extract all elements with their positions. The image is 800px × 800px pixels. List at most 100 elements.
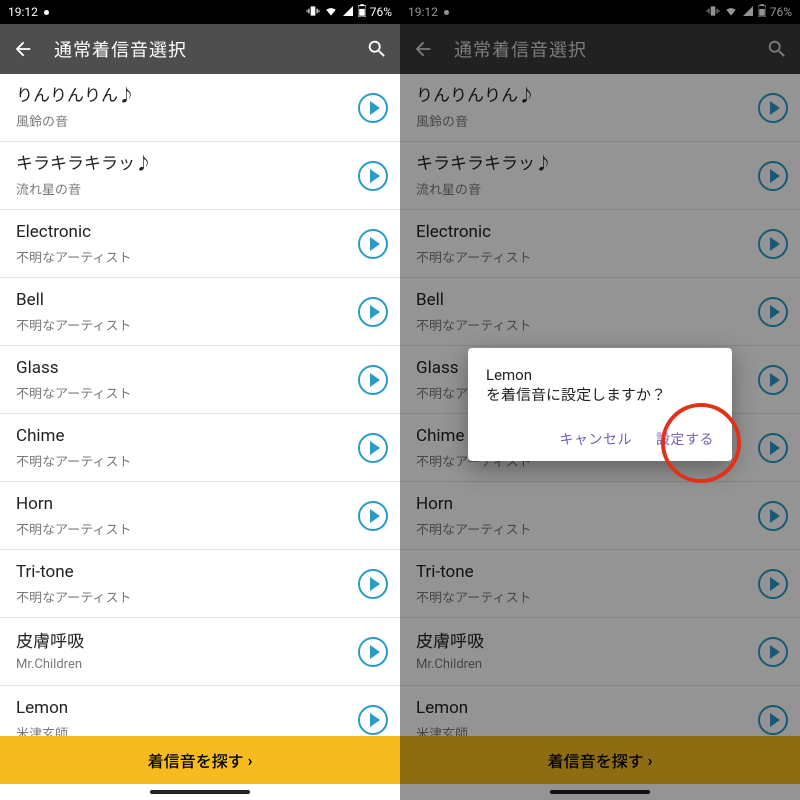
play-icon bbox=[370, 713, 380, 727]
ringtone-row[interactable]: 皮膚呼吸 Mr.Children bbox=[0, 618, 400, 686]
confirm-button[interactable]: 設定する bbox=[656, 429, 714, 449]
play-button[interactable] bbox=[358, 229, 388, 259]
page-title: 通常着信音選択 bbox=[454, 36, 746, 62]
play-button[interactable] bbox=[758, 93, 788, 123]
nav-bar bbox=[400, 784, 800, 800]
play-button[interactable] bbox=[758, 433, 788, 463]
ringtone-title: Glass bbox=[16, 357, 350, 379]
status-bar: 19:12 76% bbox=[0, 0, 400, 24]
play-button[interactable] bbox=[758, 161, 788, 191]
status-time: 19:12 bbox=[408, 5, 438, 19]
ringtone-artist: 不明なアーティスト bbox=[16, 383, 350, 402]
play-icon bbox=[770, 713, 780, 727]
play-button[interactable] bbox=[758, 297, 788, 327]
battery-percent: 76% bbox=[770, 5, 792, 19]
ringtone-title: キラキラキラッ♪ bbox=[416, 153, 750, 175]
ringtone-title: 皮膚呼吸 bbox=[416, 631, 750, 653]
ringtone-title: りんりんりん♪ bbox=[16, 85, 350, 107]
play-button[interactable] bbox=[358, 297, 388, 327]
search-button[interactable] bbox=[366, 38, 388, 60]
ringtone-row[interactable]: りんりんりん♪ 風鈴の音 bbox=[0, 74, 400, 142]
play-button[interactable] bbox=[758, 569, 788, 599]
nav-bar bbox=[0, 784, 400, 800]
ringtone-title: キラキラキラッ♪ bbox=[16, 153, 350, 175]
ringtone-title: 皮膚呼吸 bbox=[16, 631, 350, 653]
ringtone-row[interactable]: 皮膚呼吸 Mr.Children bbox=[400, 618, 800, 686]
ringtone-artist: Mr.Children bbox=[416, 657, 750, 672]
ringtone-row[interactable]: りんりんりん♪ 風鈴の音 bbox=[400, 74, 800, 142]
vibrate-icon bbox=[706, 4, 720, 21]
nav-pill-icon bbox=[550, 790, 650, 794]
ringtone-title: Horn bbox=[416, 493, 750, 515]
ringtone-row[interactable]: Glass 不明なアーティスト bbox=[0, 346, 400, 414]
signal-icon bbox=[742, 5, 754, 20]
ringtone-title: Tri-tone bbox=[16, 561, 350, 583]
play-button[interactable] bbox=[758, 365, 788, 395]
wifi-icon bbox=[324, 4, 338, 21]
play-button[interactable] bbox=[758, 501, 788, 531]
ringtone-list[interactable]: りんりんりん♪ 風鈴の音キラキラキラッ♪流れ星の音 Electronic 不明なアーテ… bbox=[0, 74, 400, 736]
ringtone-artist: 不明なアーティスト bbox=[416, 247, 750, 266]
play-button[interactable] bbox=[358, 93, 388, 123]
ringtone-title: Horn bbox=[16, 493, 350, 515]
ringtone-row[interactable]: Chime不明なアーティスト bbox=[0, 414, 400, 482]
ringtone-row[interactable]: Bell不明なアーティスト bbox=[0, 278, 400, 346]
play-button[interactable] bbox=[758, 229, 788, 259]
battery-icon bbox=[758, 4, 766, 20]
ringtone-row[interactable]: キラキラキラッ♪ 流れ星の音 bbox=[400, 142, 800, 210]
play-icon bbox=[770, 169, 780, 183]
ringtone-artist: 風鈴の音 bbox=[16, 111, 350, 130]
play-button[interactable] bbox=[358, 569, 388, 599]
chevron-right-icon: › bbox=[248, 751, 253, 770]
play-button[interactable] bbox=[358, 161, 388, 191]
ringtone-title: Electronic bbox=[16, 221, 350, 243]
ringtone-artist: Mr.Children bbox=[16, 657, 350, 672]
ringtone-row[interactable]: Lemon米津玄師 bbox=[400, 686, 800, 736]
play-button[interactable] bbox=[358, 637, 388, 667]
search-button[interactable] bbox=[766, 38, 788, 60]
play-icon bbox=[370, 373, 380, 387]
play-icon bbox=[770, 101, 780, 115]
play-icon bbox=[770, 441, 780, 455]
ringtone-title: Electronic bbox=[416, 221, 750, 243]
ringtone-artist: 風鈴の音 bbox=[416, 111, 750, 130]
ringtone-row[interactable]: キラキラキラッ♪流れ星の音 bbox=[0, 142, 400, 210]
ringtone-row[interactable]: Tri-tone不明なアーティスト bbox=[0, 550, 400, 618]
play-icon bbox=[370, 645, 380, 659]
play-icon bbox=[770, 373, 780, 387]
ringtone-artist: 不明なアーティスト bbox=[416, 519, 750, 538]
ringtone-title: りんりんりん♪ bbox=[416, 85, 750, 107]
ringtone-row[interactable]: Tri-tone不明なアーティスト bbox=[400, 550, 800, 618]
play-button[interactable] bbox=[358, 433, 388, 463]
signal-icon bbox=[342, 5, 354, 20]
confirm-dialog: Lemon を着信音に設定しますか？ キャンセル 設定する bbox=[468, 348, 732, 461]
ringtone-row[interactable]: Bell不明なアーティスト bbox=[400, 278, 800, 346]
play-icon bbox=[370, 441, 380, 455]
ringtone-row[interactable]: Electronic 不明なアーティスト bbox=[0, 210, 400, 278]
ringtone-artist: 不明なアーティスト bbox=[416, 587, 750, 606]
ringtone-row[interactable]: Lemon米津玄師 bbox=[0, 686, 400, 736]
wifi-icon bbox=[724, 4, 738, 21]
find-ringtone-button[interactable]: 着信音を探す › bbox=[0, 736, 400, 784]
play-button[interactable] bbox=[358, 501, 388, 531]
play-button[interactable] bbox=[758, 637, 788, 667]
battery-percent: 76% bbox=[370, 5, 392, 19]
app-bar: 通常着信音選択 bbox=[400, 24, 800, 74]
screen-left: 19:12 76% 通常着信音選択 りんりんりん♪風鈴の音キラ bbox=[0, 0, 400, 800]
ringtone-row[interactable]: Horn不明なアーティスト bbox=[0, 482, 400, 550]
chevron-right-icon: › bbox=[648, 751, 653, 770]
page-title: 通常着信音選択 bbox=[54, 36, 346, 62]
play-button[interactable] bbox=[758, 705, 788, 735]
play-button[interactable] bbox=[358, 705, 388, 735]
play-icon bbox=[370, 509, 380, 523]
ringtone-row[interactable]: Horn 不明なアーティスト bbox=[400, 482, 800, 550]
ringtone-artist: 流れ星の音 bbox=[416, 179, 750, 198]
cancel-button[interactable]: キャンセル bbox=[560, 429, 633, 449]
back-button[interactable] bbox=[12, 38, 34, 60]
find-ringtone-button[interactable]: 着信音を探す › bbox=[400, 736, 800, 784]
play-icon bbox=[370, 169, 380, 183]
play-button[interactable] bbox=[358, 365, 388, 395]
ringtone-row[interactable]: Electronic 不明なアーティスト bbox=[400, 210, 800, 278]
back-button[interactable] bbox=[412, 38, 434, 60]
ringtone-artist: 不明なアーティスト bbox=[16, 247, 350, 266]
